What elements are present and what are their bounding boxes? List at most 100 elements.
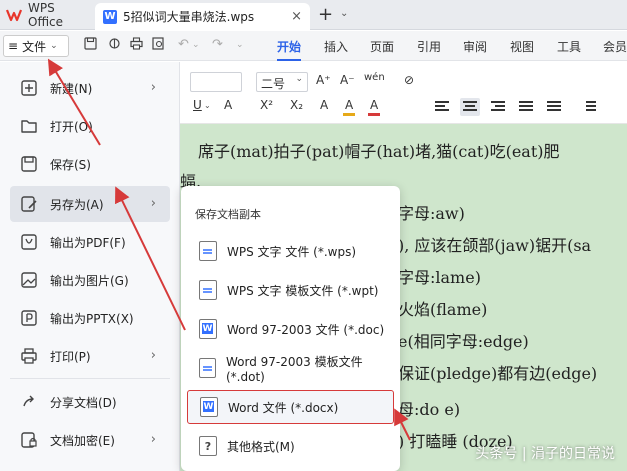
font-name-select[interactable] <box>190 72 242 92</box>
tab-insert[interactable]: 插入 <box>324 38 348 55</box>
wps-logo-icon <box>5 7 23 23</box>
new-tab-dropdown-icon[interactable]: ⌄ <box>340 8 348 19</box>
align-justify-icon[interactable] <box>516 98 536 116</box>
font-size-select[interactable]: 二号 ⌄ <box>256 72 308 92</box>
undo-dropdown-icon[interactable]: ⌄ <box>192 40 200 50</box>
app-home-tab[interactable]: WPS Office <box>0 0 92 30</box>
redo-icon[interactable]: ↷ <box>212 37 223 52</box>
file-menu-panel: 新建(N) › 打开(O) 保存(S) 另存为(A) › 输出为PDF(F) 输… <box>0 62 180 471</box>
undo-icon[interactable]: ↶ <box>178 37 189 52</box>
tab-member[interactable]: 会员 <box>603 38 627 55</box>
save-as-wpt-option[interactable]: WPS 文字 模板文件 (*.wpt) <box>187 273 394 307</box>
menu-item-label: 另存为(A) <box>50 197 104 212</box>
menu-item-label: 打印(P) <box>50 349 91 364</box>
menu-item-export-image[interactable]: 输出为图片(G) <box>10 264 170 296</box>
lock-icon <box>20 431 38 449</box>
watermark: 头条号 | 涓子的日常说 <box>475 446 615 462</box>
chevron-right-icon: › <box>150 348 156 363</box>
print-preview-icon[interactable] <box>152 37 165 54</box>
close-tab-icon[interactable]: × <box>291 9 302 24</box>
save-as-dot-option[interactable]: Word 97-2003 模板文件 (*.dot) <box>187 351 394 385</box>
menu-item-share[interactable]: 分享文档(D) <box>10 386 170 418</box>
doc-line: 席子(mat)拍子(pat)帽子(hat)堵,猫(cat)吃(eat)肥 <box>198 142 560 161</box>
clear-format-icon[interactable]: ⊘ <box>404 73 414 87</box>
superscript-button[interactable]: X² <box>260 98 273 112</box>
wps-template-icon <box>199 280 217 300</box>
menu-item-label: 输出为PDF(F) <box>50 235 126 250</box>
menu-item-print[interactable]: 打印(P) › <box>10 340 170 372</box>
tab-view[interactable]: 视图 <box>510 38 534 55</box>
highlight-color-bar <box>343 113 355 116</box>
save-as-wps-option[interactable]: WPS 文字 文件 (*.wps) <box>187 234 394 268</box>
strikethrough-button[interactable]: A <box>224 98 232 112</box>
pptx-icon <box>20 309 38 327</box>
document-tab[interactable]: W 5招似词大量串烧法.wps × <box>95 3 310 30</box>
word-doc-icon: W <box>199 319 217 339</box>
menu-item-label: 打开(O) <box>50 119 93 134</box>
font-color-bar <box>368 113 380 116</box>
grow-font-icon[interactable]: A⁺ <box>316 73 331 87</box>
save-as-doc-option[interactable]: W Word 97-2003 文件 (*.doc) <box>187 312 394 346</box>
menu-item-open[interactable]: 打开(O) <box>10 110 170 142</box>
share-icon <box>20 393 38 411</box>
menu-divider <box>10 378 170 379</box>
menu-item-label: 保存(S) <box>50 157 91 172</box>
tab-references[interactable]: 引用 <box>417 38 441 55</box>
tab-page[interactable]: 页面 <box>370 38 394 55</box>
doc-line: e(相同字母:edge) <box>398 332 529 351</box>
menu-icon: ≡ <box>8 39 19 53</box>
document-title: 5招似词大量串烧法.wps <box>123 10 255 24</box>
align-center-icon[interactable] <box>460 98 480 116</box>
print-icon <box>20 347 38 365</box>
doc-line: 母:do e) <box>398 400 461 419</box>
print-quick-icon[interactable] <box>130 37 143 54</box>
align-left-icon[interactable] <box>432 98 452 116</box>
chevron-down-icon[interactable]: ⌄ <box>204 101 211 110</box>
chevron-down-icon: ⌄ <box>295 74 303 84</box>
file-menu-button[interactable]: ≡ 文件 ⌄ <box>3 35 69 57</box>
tab-home[interactable]: 开始 <box>277 38 302 61</box>
save-as-docx-option[interactable]: W Word 文件 (*.docx) <box>187 390 394 424</box>
help-icon: ? <box>199 436 217 456</box>
menu-item-export-pptx[interactable]: 输出为PPTX(X) <box>10 302 170 334</box>
subscript-button[interactable]: X₂ <box>290 98 303 112</box>
image-icon <box>20 271 38 289</box>
distributed-align-icon[interactable] <box>544 98 564 116</box>
export-quick-icon[interactable] <box>108 37 121 54</box>
chevron-right-icon: › <box>150 432 156 447</box>
menu-item-save[interactable]: 保存(S) <box>10 148 170 180</box>
menu-item-save-as[interactable]: 另存为(A) › <box>10 186 170 222</box>
tab-tools[interactable]: 工具 <box>557 38 581 55</box>
chevron-right-icon: › <box>150 196 156 211</box>
menu-item-label: 文档加密(E) <box>50 433 115 448</box>
new-tab-icon[interactable]: + <box>318 4 333 25</box>
pdf-icon <box>20 233 38 251</box>
new-doc-icon <box>20 79 38 97</box>
chevron-right-icon: › <box>150 80 156 95</box>
tab-review[interactable]: 审阅 <box>463 38 487 55</box>
align-right-icon[interactable] <box>488 98 508 116</box>
menu-item-new[interactable]: 新建(N) › <box>10 72 170 104</box>
ribbon-bar: ≡ 文件 ⌄ ↶ ⌄ ↷ ⌄ 开始 插入 页面 引用 审阅 视图 工具 会员 <box>0 31 627 61</box>
save-as-other-formats-option[interactable]: ? 其他格式(M) <box>187 429 394 463</box>
underline-button[interactable]: U <box>193 98 202 112</box>
option-label: Word 97-2003 文件 (*.doc) <box>227 322 385 337</box>
menu-item-export-pdf[interactable]: 输出为PDF(F) <box>10 226 170 258</box>
option-label: 其他格式(M) <box>227 439 295 454</box>
font-color-button[interactable]: A <box>370 98 378 112</box>
shrink-font-icon[interactable]: A⁻ <box>340 73 355 87</box>
doc-line: ), 应该在颌部(jaw)锯开(sa <box>398 236 592 255</box>
save-quick-icon[interactable] <box>84 37 97 54</box>
title-bar: WPS Office W 5招似词大量串烧法.wps × + ⌄ <box>0 0 627 30</box>
menu-item-encrypt[interactable]: 文档加密(E) › <box>10 424 170 456</box>
more-quick-icon[interactable]: ⌄ <box>236 40 244 50</box>
phonetic-guide-icon[interactable]: wén <box>364 72 385 83</box>
menu-item-label: 输出为PPTX(X) <box>50 311 134 326</box>
line-spacing-icon[interactable] <box>580 98 600 116</box>
save-as-icon <box>20 195 38 213</box>
text-effect-button[interactable]: A <box>320 98 328 112</box>
menu-item-label: 输出为图片(G) <box>50 273 129 288</box>
word-template-icon <box>199 358 216 378</box>
font-size-value: 二号 <box>261 77 286 91</box>
highlight-button[interactable]: A <box>345 98 353 112</box>
